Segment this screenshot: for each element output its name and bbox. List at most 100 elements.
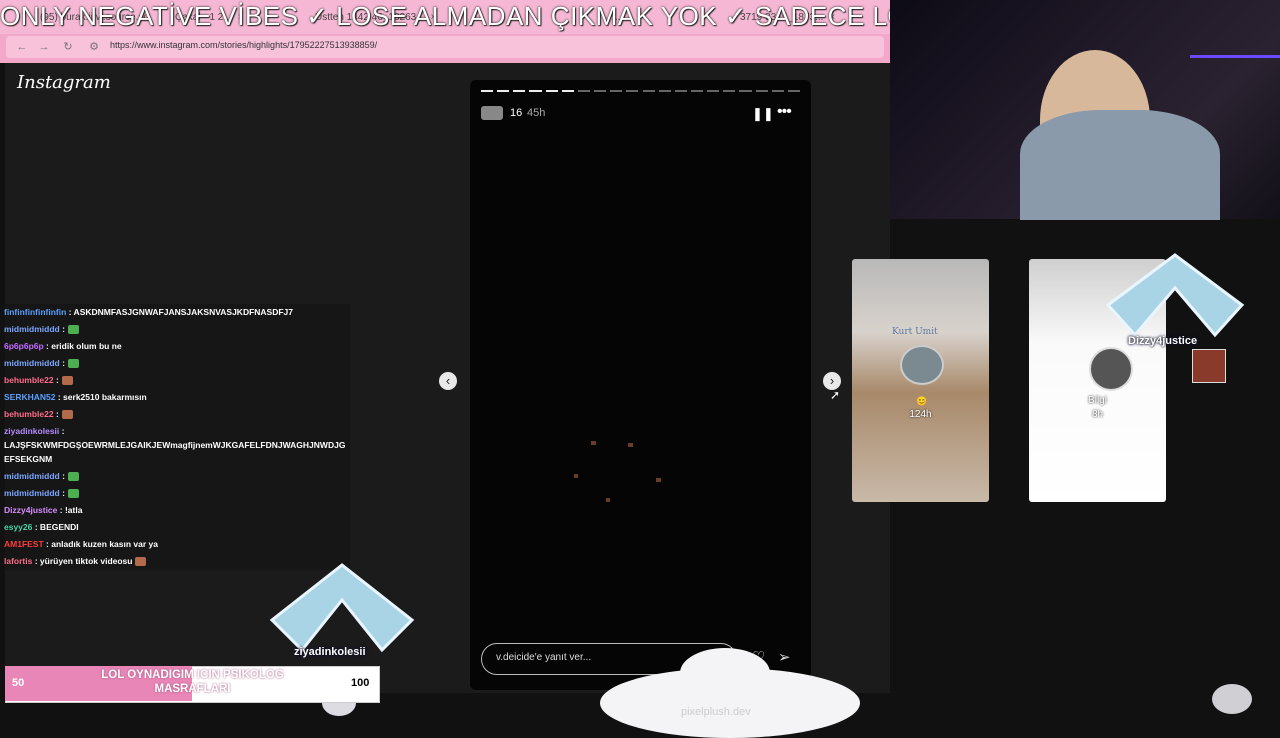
chat-text: : <box>53 409 59 419</box>
story-progress-segment <box>561 90 574 92</box>
user-avatar <box>1192 349 1226 383</box>
previous-story-button[interactable]: ‹ <box>439 372 457 390</box>
story-progress-segment <box>594 90 607 92</box>
site-info-icon[interactable]: ⚙ <box>86 39 102 55</box>
chat-message: midmidmiddd : <box>4 471 79 482</box>
card-title: Bilgi <box>1088 395 1107 406</box>
snow-pile <box>680 648 770 698</box>
chat-text: : serk2510 bakarmısın <box>55 392 147 402</box>
chat-text: LAJŞFSKWMFDGŞOEWRMLEJGAIKJEWmagfijnemWJK… <box>4 440 346 450</box>
pause-icon[interactable]: ❚❚ <box>752 106 774 122</box>
story-progress-segment <box>513 90 526 92</box>
goal-start: 50 <box>12 677 25 689</box>
chat-text: : <box>59 488 65 498</box>
streamer-blanket <box>1020 110 1220 220</box>
story-avatar[interactable] <box>481 106 503 120</box>
snowman <box>1212 684 1252 714</box>
chat-text: : <box>59 426 65 436</box>
story-progress-segment <box>690 90 704 92</box>
chat-username[interactable]: SERKHAN52 <box>4 392 56 402</box>
story-progress-segment <box>674 90 687 92</box>
chat-username[interactable]: midmidmiddd <box>4 471 60 481</box>
emote-icon <box>67 359 79 369</box>
chat-message: EFSEKGNM <box>4 454 52 464</box>
chat-message: behumble22 : <box>4 409 73 420</box>
chat-message: behumble22 : <box>4 375 73 386</box>
more-options-icon[interactable]: ••• <box>777 103 792 121</box>
story-particle <box>656 478 661 482</box>
chat-username[interactable]: ziyadinkolesii <box>4 426 59 436</box>
cursor-icon: ➚ <box>830 388 841 402</box>
emote-icon <box>135 557 147 567</box>
webcam-feed <box>890 0 1280 220</box>
instagram-logo[interactable]: Instagram <box>17 72 111 93</box>
led-light <box>1190 55 1280 58</box>
chat-text: : BEGENDI <box>32 522 79 532</box>
reply-placeholder: v.deicide'e yanıt ver... <box>496 652 592 663</box>
chat-text: : ASKDNMFASJGNWAFJANSJAKSNVASJKDFNASDFJ7 <box>66 307 294 317</box>
story-particle <box>591 441 596 445</box>
chat-message: LAJŞFSKWMFDGŞOEWRMLEJGAIKJEWmagfijnemWJK… <box>4 440 345 450</box>
chat-username[interactable]: esyy26 <box>4 522 32 532</box>
emote-icon <box>67 472 79 482</box>
emote-icon <box>67 325 79 335</box>
chat-username[interactable]: 6p6p6p6p <box>4 341 44 351</box>
story-viewer[interactable] <box>470 80 811 690</box>
overlay-username: Dizzy4justice <box>1128 335 1198 347</box>
story-progress-segment <box>658 90 671 92</box>
chat-message: midmidmiddd : <box>4 324 79 335</box>
chat-username[interactable]: midmidmiddd <box>4 358 60 368</box>
chat-text: EFSEKGNM <box>4 454 53 464</box>
highlight-avatar <box>1089 347 1133 391</box>
emote-icon <box>67 489 79 499</box>
smiley-icon: 😊 <box>916 396 928 406</box>
chat-message: 6p6p6p6p : eridik olum bu ne <box>4 341 122 351</box>
story-count: 16 <box>510 107 523 119</box>
reload-icon[interactable]: ↻ <box>60 39 76 55</box>
story-progress-segment <box>707 90 720 92</box>
card-age: 8h <box>1091 409 1104 420</box>
overlay-username: ziyadinkolesii <box>294 646 366 658</box>
chat-text: : <box>53 375 59 385</box>
chat-text: : yürüyen tiktok videosu <box>32 556 133 566</box>
snowflake-overlay-left <box>269 563 415 653</box>
story-progress-segment <box>642 90 655 92</box>
story-particle <box>606 498 610 502</box>
chat-username[interactable]: AM1FEST <box>4 539 44 549</box>
chat-message: finfinfinfinfinfin : ASKDNMFASJGNWAFJANS… <box>4 307 293 317</box>
url-text[interactable]: https://www.instagram.com/stories/highli… <box>110 40 377 50</box>
card-caption: Kurt Umit <box>892 327 938 337</box>
story-progress-segment <box>577 90 591 92</box>
chat-message: AM1FEST : anladık kuzen kasın var ya <box>4 539 158 549</box>
chat-username[interactable]: behumble22 <box>4 409 54 419</box>
chat-message: Dizzy4justice : !atla <box>4 505 82 515</box>
back-icon[interactable]: ← <box>14 39 30 55</box>
chat-username[interactable]: Dizzy4justice <box>4 505 57 515</box>
chat-message: ziyadinkolesii : <box>4 426 64 436</box>
highlight-avatar <box>900 345 944 385</box>
chat-username[interactable]: behumble22 <box>4 375 54 385</box>
story-progress-segment <box>723 90 736 92</box>
story-progress-segment <box>529 90 542 92</box>
story-progress-segment <box>755 90 768 92</box>
goal-end: 100 <box>351 677 370 689</box>
chat-username[interactable]: midmidmiddd <box>4 324 60 334</box>
address-bar[interactable]: ← → ↻ ⚙ https://www.instagram.com/storie… <box>6 36 884 58</box>
chat-message: SERKHAN52 : serk2510 bakarmısın <box>4 392 147 402</box>
highlight-card[interactable]: Kurt Umit 😊 124h <box>852 259 989 502</box>
chat-text: : eridik olum bu ne <box>43 341 122 351</box>
emote-icon <box>61 410 73 420</box>
story-particle <box>574 474 578 478</box>
chat-text: : !atla <box>57 505 83 515</box>
story-progress-segment <box>610 90 623 92</box>
send-icon[interactable]: ➢ <box>778 648 791 666</box>
story-progress-segment <box>787 90 800 92</box>
forward-icon[interactable]: → <box>36 39 52 55</box>
chat-username[interactable]: midmidmiddd <box>4 488 60 498</box>
card-age: 124h <box>909 409 932 420</box>
chat-message: esyy26 : BEGENDI <box>4 522 79 532</box>
chat-username[interactable]: lafortis <box>4 556 32 566</box>
chat-username[interactable]: finfinfinfinfinfin <box>4 307 66 317</box>
chat-text: : anladık kuzen kasın var ya <box>43 539 159 549</box>
story-age: 45h <box>527 107 546 119</box>
